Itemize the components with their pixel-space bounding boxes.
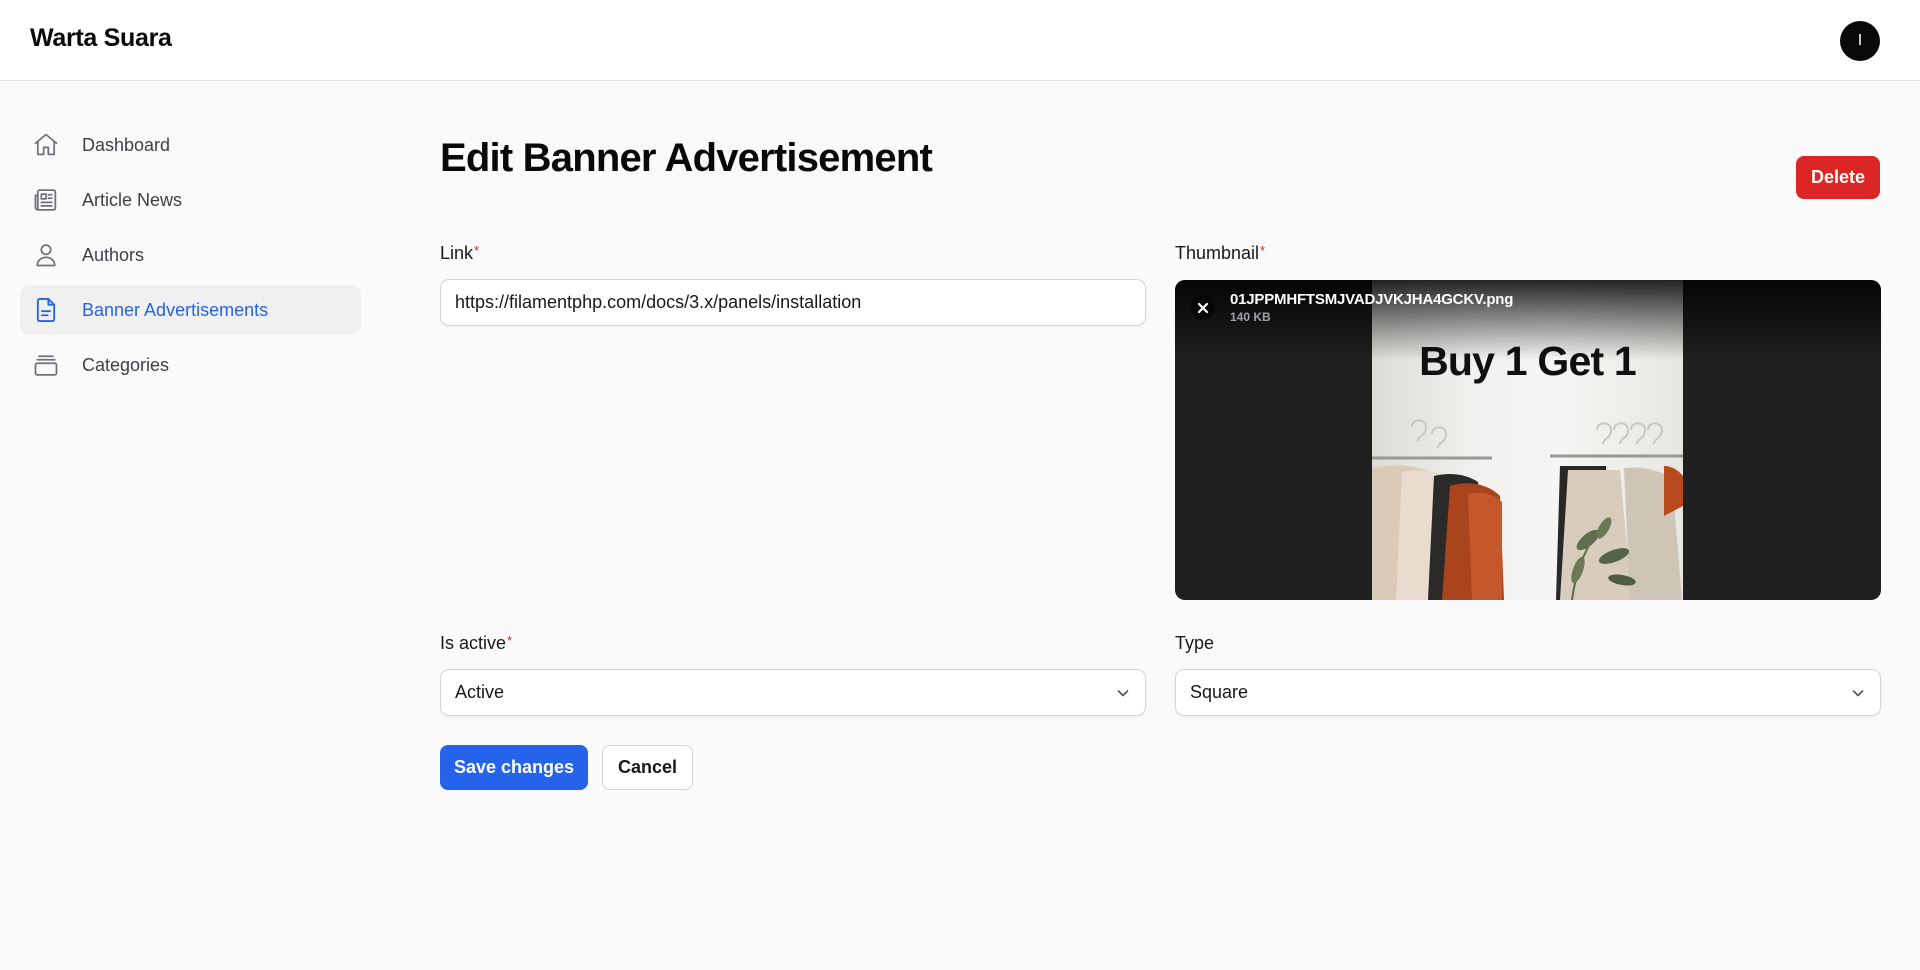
file-size: 140 KB	[1230, 310, 1271, 324]
home-icon	[32, 131, 60, 159]
user-icon	[32, 241, 60, 269]
stack-icon	[32, 351, 60, 379]
type-select[interactable]: Square	[1175, 669, 1881, 716]
sidebar-item-authors[interactable]: Authors	[20, 230, 361, 280]
delete-button[interactable]: Delete	[1796, 156, 1880, 199]
top-bar: Warta Suara I	[0, 0, 1920, 81]
sidebar-item-dashboard[interactable]: Dashboard	[20, 120, 361, 170]
sidebar-item-label: Dashboard	[82, 134, 171, 155]
sidebar-item-article-news[interactable]: Article News	[20, 175, 361, 225]
link-input[interactable]	[440, 279, 1146, 326]
link-label: Link*	[440, 243, 480, 263]
save-changes-button[interactable]: Save changes	[440, 745, 588, 790]
is-active-value: Active	[455, 682, 505, 702]
chevron-down-icon	[1850, 685, 1866, 701]
required-marker: *	[1260, 243, 1266, 258]
cancel-button[interactable]: Cancel	[602, 745, 693, 790]
sidebar-item-banner-advertisements[interactable]: Banner Advertisements	[20, 285, 361, 335]
sidebar-item-label: Article News	[82, 189, 183, 210]
thumbnail-label: Thumbnail*	[1175, 243, 1266, 263]
type-label: Type	[1175, 633, 1215, 653]
sidebar-item-categories[interactable]: Categories	[20, 340, 361, 390]
chevron-down-icon	[1115, 685, 1131, 701]
close-icon	[1197, 302, 1209, 314]
newspaper-icon	[32, 186, 60, 214]
required-marker: *	[507, 633, 513, 648]
file-name: 01JPPMHFTSMJVADJVKJHA4GCKV.png	[1230, 291, 1514, 308]
type-value: Square	[1190, 682, 1249, 702]
remove-file-button[interactable]	[1191, 296, 1215, 320]
user-avatar[interactable]: I	[1840, 21, 1880, 61]
is-active-select[interactable]: Active	[440, 669, 1146, 716]
sidebar-item-label: Authors	[82, 244, 145, 265]
is-active-label: Is active*	[440, 633, 513, 653]
brand-name[interactable]: Warta Suara	[30, 24, 172, 53]
sidebar: Dashboard Article News Authors Banner Ad…	[20, 120, 361, 395]
sidebar-item-label: Banner Advertisements	[82, 299, 269, 320]
thumbnail-upload[interactable]: Buy 1 Get 1 01JPPMHFTSMJVADJVKJHA4GCKV.p…	[1175, 280, 1881, 600]
required-marker: *	[474, 243, 480, 258]
page-title: Edit Banner Advertisement	[440, 136, 933, 180]
sidebar-item-label: Categories	[82, 354, 170, 375]
document-text-icon	[32, 296, 60, 324]
